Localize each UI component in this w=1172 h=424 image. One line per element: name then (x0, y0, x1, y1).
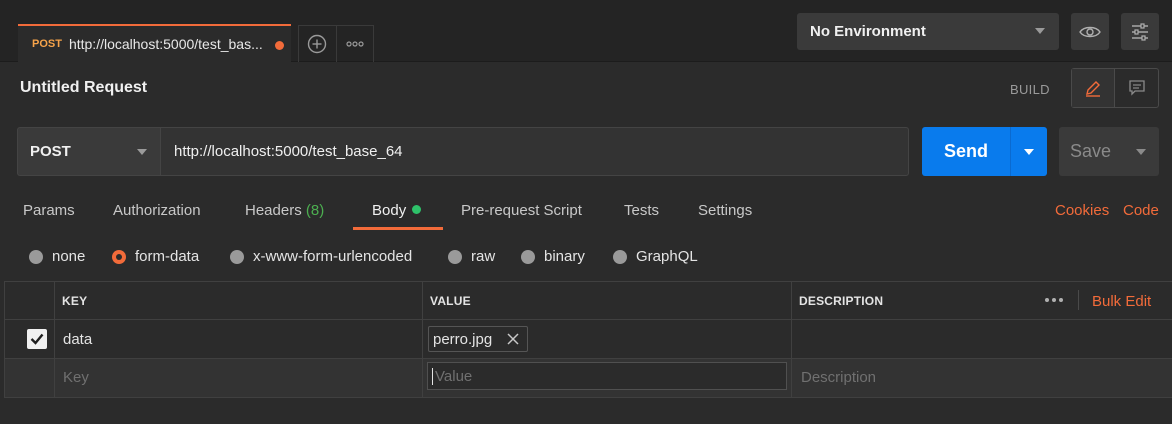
save-button[interactable]: Save (1059, 127, 1122, 176)
send-options-button[interactable] (1010, 127, 1047, 176)
mode-label: BUILD (1010, 82, 1050, 97)
tab-body-label: Body (372, 202, 407, 219)
tab-authorization[interactable]: Authorization (113, 202, 201, 219)
method-select-value: POST (30, 143, 71, 160)
manage-environments-button[interactable] (1121, 13, 1159, 50)
radio-icon (521, 249, 535, 264)
row-key-cell[interactable]: data (63, 331, 92, 348)
body-type-form-data-label: form-data (135, 248, 200, 265)
comments-mode-button[interactable] (1115, 69, 1158, 107)
send-button[interactable]: Send (922, 127, 1010, 176)
request-tab[interactable]: POST http://localhost:5000/test_bas... (18, 24, 291, 62)
tab-actions (298, 25, 374, 62)
table-row (4, 320, 1172, 359)
eye-icon (1079, 26, 1101, 37)
table-divider (791, 282, 792, 398)
sliders-icon (1132, 22, 1148, 41)
body-type-none-label: none (52, 248, 86, 265)
build-mode-button[interactable] (1072, 69, 1115, 107)
chevron-down-icon (1024, 148, 1034, 155)
tab-headers[interactable]: Headers (8) (245, 202, 324, 219)
comment-icon (1128, 80, 1145, 96)
save-options-button[interactable] (1122, 127, 1159, 176)
body-type-raw-label: raw (471, 248, 496, 265)
body-type-binary-radio[interactable]: binary (521, 248, 585, 265)
tab-options-button[interactable] (335, 26, 373, 62)
new-description-input[interactable]: Description (801, 369, 876, 386)
tab-tests[interactable]: Tests (624, 202, 659, 219)
file-chip: perro.jpg (428, 326, 528, 352)
table-divider (422, 282, 423, 398)
body-type-none-radio[interactable]: none (29, 248, 85, 265)
url-input-value: http://localhost:5000/test_base_64 (174, 143, 403, 160)
headers-count-badge: (8) (305, 202, 325, 219)
body-type-graphql-radio[interactable]: GraphQL (613, 248, 698, 265)
bulk-edit-link[interactable]: Bulk Edit (1092, 293, 1151, 310)
active-tab-indicator (353, 227, 443, 230)
tab-body[interactable]: Body (372, 202, 422, 219)
new-value-input[interactable]: Value (427, 362, 787, 390)
radio-selected-icon (112, 249, 126, 264)
request-name[interactable]: Untitled Request (20, 79, 147, 97)
plus-circle-icon (308, 34, 327, 54)
unsaved-dot-icon (275, 41, 284, 50)
tab-title: http://localhost:5000/test_bas... (68, 36, 263, 52)
more-horizontal-icon (1045, 298, 1063, 302)
radio-icon (29, 249, 43, 264)
body-type-graphql-label: GraphQL (636, 248, 698, 265)
environment-select[interactable]: No Environment (797, 13, 1059, 50)
chevron-down-icon (1035, 28, 1045, 34)
pencil-icon (1086, 81, 1100, 97)
chevron-down-icon (137, 149, 147, 155)
tab-method-label: POST (32, 38, 62, 50)
tab-prerequest-script[interactable]: Pre-request Script (461, 202, 582, 219)
close-icon[interactable] (506, 332, 520, 346)
divider (1078, 290, 1079, 310)
chevron-down-icon (1135, 148, 1146, 155)
row-enabled-checkbox[interactable] (27, 329, 47, 349)
column-header-description: DESCRIPTION (799, 294, 884, 308)
radio-icon (448, 249, 462, 264)
column-header-value: VALUE (430, 294, 471, 308)
body-type-form-data-radio[interactable]: form-data (112, 248, 199, 265)
environment-select-value: No Environment (810, 23, 926, 40)
table-divider (4, 282, 5, 398)
tab-headers-label: Headers (245, 202, 302, 219)
file-name: perro.jpg (433, 330, 493, 348)
url-input[interactable]: http://localhost:5000/test_base_64 (160, 127, 909, 176)
form-data-table: KEY VALUE DESCRIPTION Bulk Edit data per… (4, 281, 1172, 398)
table-options-button[interactable] (1034, 290, 1074, 310)
code-link[interactable]: Code (1123, 202, 1159, 219)
tab-params[interactable]: Params (23, 202, 75, 219)
table-divider (54, 282, 55, 398)
body-type-urlencoded-label: x-www-form-urlencoded (253, 248, 413, 265)
radio-icon (230, 249, 244, 264)
body-set-dot-icon (412, 205, 422, 214)
environment-quick-look-button[interactable] (1071, 13, 1109, 50)
table-header-row (4, 282, 1172, 320)
radio-icon (613, 249, 627, 264)
new-tab-button[interactable] (299, 26, 336, 62)
new-key-input[interactable]: Key (63, 369, 89, 386)
more-horizontal-icon (346, 41, 364, 47)
text-cursor (432, 367, 433, 385)
body-type-raw-radio[interactable]: raw (448, 248, 495, 265)
tab-settings[interactable]: Settings (698, 202, 752, 219)
method-select[interactable]: POST (17, 127, 160, 176)
column-header-key: KEY (62, 294, 88, 308)
mode-toggle (1071, 68, 1159, 108)
body-type-binary-label: binary (544, 248, 585, 265)
new-value-placeholder: Value (435, 367, 473, 385)
checkmark-icon (30, 333, 44, 345)
cookies-link[interactable]: Cookies (1055, 202, 1109, 219)
body-type-urlencoded-radio[interactable]: x-www-form-urlencoded (230, 248, 412, 265)
tab-bar: POST http://localhost:5000/test_bas... N… (0, 0, 1172, 62)
